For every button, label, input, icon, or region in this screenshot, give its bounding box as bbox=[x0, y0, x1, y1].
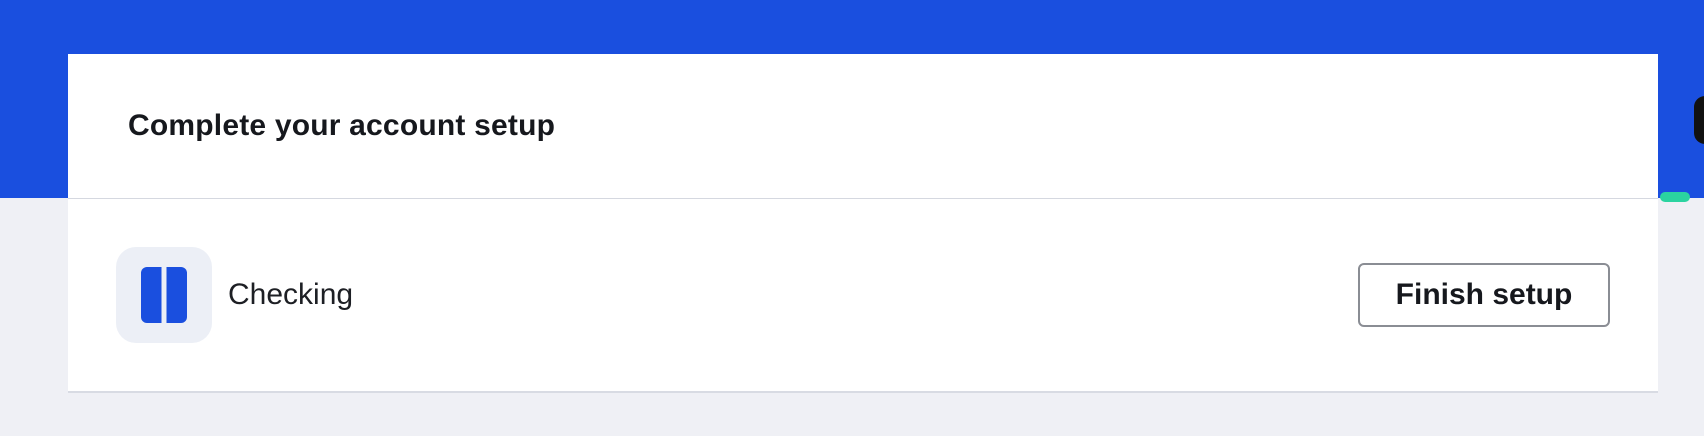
setup-card-header: Complete your account setup bbox=[68, 54, 1658, 199]
account-name: Checking bbox=[228, 278, 354, 311]
page: Complete your account setup Checking Fin… bbox=[0, 0, 1704, 436]
finish-setup-button[interactable]: Finish setup bbox=[1358, 263, 1610, 327]
edge-avatar-fragment bbox=[1694, 96, 1704, 144]
setup-card-title: Complete your account setup bbox=[128, 109, 556, 142]
checking-account-icon bbox=[116, 247, 212, 343]
setup-card: Complete your account setup Checking Fin… bbox=[68, 54, 1658, 393]
edge-status-fragment bbox=[1660, 192, 1690, 202]
card-columns-icon bbox=[141, 267, 187, 323]
account-row: Checking Finish setup bbox=[68, 199, 1658, 391]
